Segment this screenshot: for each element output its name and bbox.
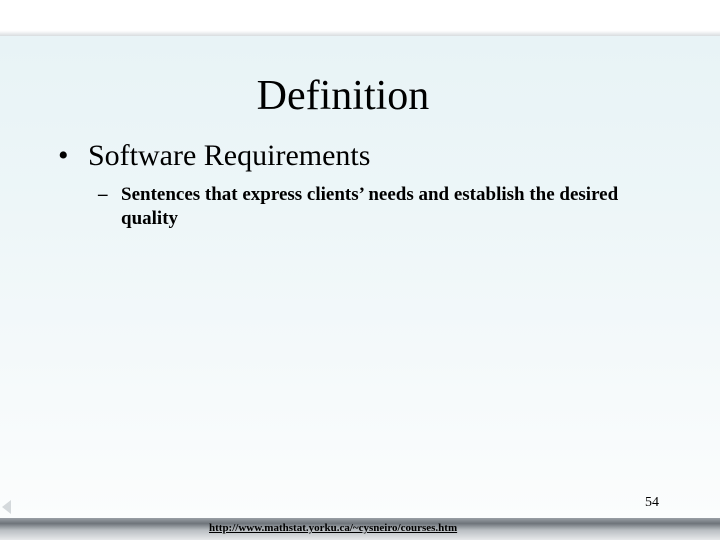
bullet-text: Software Requirements bbox=[88, 139, 371, 172]
top-bar bbox=[0, 0, 720, 36]
previous-slide-arrow-icon[interactable] bbox=[2, 500, 11, 514]
page-number: 54 bbox=[645, 495, 659, 510]
bullet-item: • Software Requirements bbox=[58, 138, 370, 174]
slide-canvas: Definition • Software Requirements – Sent… bbox=[0, 36, 720, 518]
sub-bullet-text: Sentences that express clients’ needs an… bbox=[121, 184, 619, 229]
sub-bullet-item: – Sentences that express clients’ needs … bbox=[98, 183, 658, 231]
slide-title: Definition bbox=[256, 73, 430, 119]
footer-url-link[interactable]: http://www.mathstat.yorku.ca/~cysneiro/c… bbox=[209, 521, 457, 535]
sub-bullet-mark: – bbox=[98, 184, 108, 205]
bullet-mark: • bbox=[58, 139, 69, 172]
